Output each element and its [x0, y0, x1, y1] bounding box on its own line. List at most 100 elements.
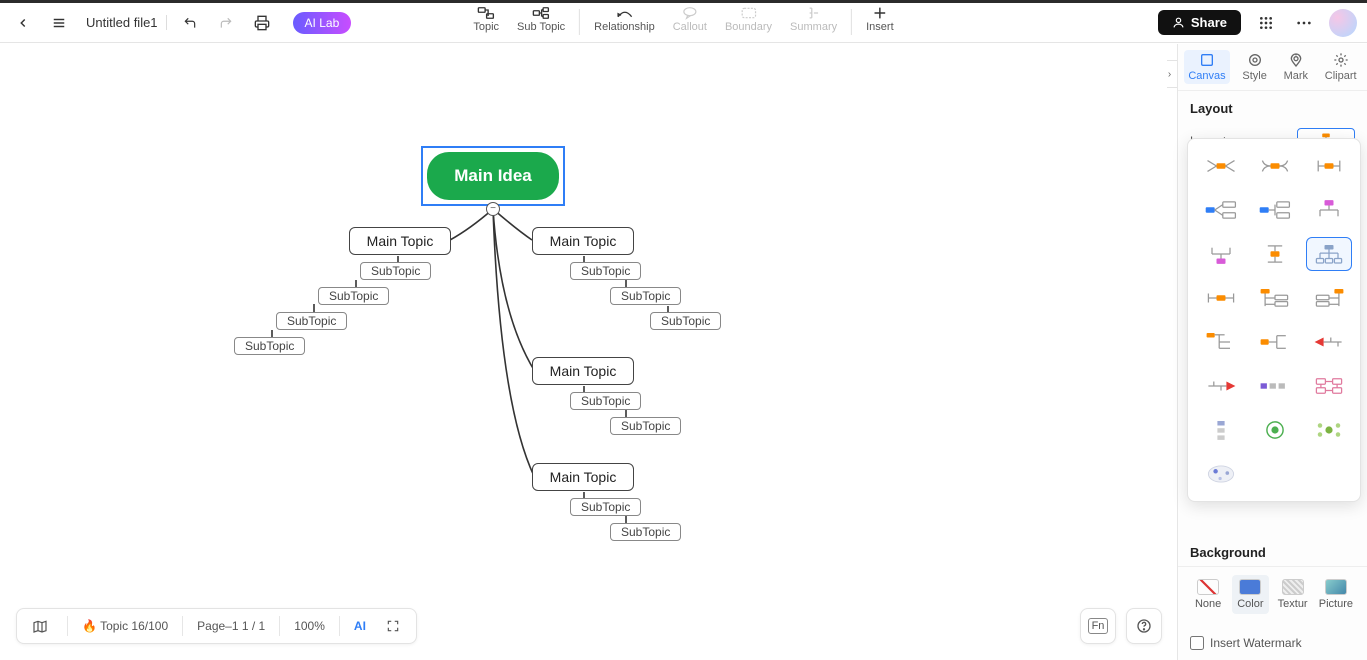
main-idea-node[interactable]: Main Idea [427, 152, 559, 200]
bg-texture[interactable]: Textur [1275, 575, 1311, 614]
menu-button[interactable] [46, 10, 72, 36]
subtopic-node[interactable]: SubTopic [650, 312, 721, 330]
callout-icon [682, 5, 698, 21]
relationship-tool[interactable]: Relationship [586, 3, 663, 35]
layout-option[interactable] [1198, 193, 1244, 227]
tab-mark[interactable]: Mark [1280, 50, 1312, 84]
layout-option[interactable] [1198, 325, 1244, 359]
topic-count: 🔥 Topic 16/100 [82, 619, 168, 633]
layout-option[interactable] [1198, 413, 1244, 447]
map-overview-button[interactable] [27, 613, 53, 639]
subtopic-node[interactable]: SubTopic [570, 498, 641, 516]
subtopic-node[interactable]: SubTopic [570, 262, 641, 280]
layout-popover [1187, 138, 1361, 502]
layout-option[interactable] [1198, 369, 1244, 403]
layout-option[interactable] [1306, 325, 1352, 359]
layout-option[interactable] [1252, 369, 1298, 403]
subtopic-node[interactable]: SubTopic [570, 392, 641, 410]
more-button[interactable] [1291, 10, 1317, 36]
bg-none[interactable]: None [1190, 575, 1226, 614]
insert-tool[interactable]: Insert [858, 3, 902, 35]
help-button[interactable] [1126, 608, 1162, 644]
subtopic-node[interactable]: SubTopic [318, 287, 389, 305]
watermark-label: Insert Watermark [1210, 636, 1302, 650]
layout-option[interactable] [1306, 369, 1352, 403]
layout-option[interactable] [1198, 149, 1244, 183]
subtopic-tool[interactable]: Sub Topic [509, 3, 573, 35]
undo-button[interactable] [177, 10, 203, 36]
print-button[interactable] [249, 10, 275, 36]
topic-tool[interactable]: Topic [465, 3, 507, 35]
canvas[interactable]: Main Idea − Main Topic SubTopic SubTopic… [0, 44, 1167, 608]
main-topic-node[interactable]: Main Topic [532, 227, 634, 255]
layout-option[interactable] [1306, 149, 1352, 183]
insert-label: Insert [866, 21, 894, 33]
layout-option-selected[interactable] [1306, 237, 1352, 271]
layout-option[interactable] [1198, 281, 1244, 315]
watermark-checkbox[interactable] [1190, 636, 1204, 650]
layout-option[interactable] [1252, 281, 1298, 315]
layout-option[interactable] [1306, 193, 1352, 227]
bg-picture[interactable]: Picture [1317, 575, 1355, 614]
share-label: Share [1191, 15, 1227, 30]
person-icon [1172, 16, 1185, 29]
subtopic-label: Sub Topic [517, 21, 565, 33]
subtopic-node[interactable]: SubTopic [276, 312, 347, 330]
layout-option[interactable] [1252, 237, 1298, 271]
ai-lab-button[interactable]: AI Lab [293, 12, 352, 34]
main-topic-node[interactable]: Main Topic [349, 227, 451, 255]
back-button[interactable] [10, 10, 36, 36]
subtopic-node[interactable]: SubTopic [610, 523, 681, 541]
summary-label: Summary [790, 21, 837, 33]
layout-option[interactable] [1306, 413, 1352, 447]
subtopic-node[interactable]: SubTopic [610, 287, 681, 305]
canvas-icon [1199, 52, 1215, 68]
zoom-level[interactable]: 100% [294, 619, 325, 633]
page-indicator[interactable]: Page–1 1 / 1 [197, 619, 265, 633]
apps-button[interactable] [1253, 10, 1279, 36]
layout-option[interactable] [1198, 457, 1244, 491]
layout-option[interactable] [1198, 237, 1244, 271]
subtopic-node[interactable]: SubTopic [610, 417, 681, 435]
background-section-title: Background [1178, 539, 1367, 566]
layout-option[interactable] [1306, 281, 1352, 315]
tab-style[interactable]: Style [1238, 50, 1270, 84]
tab-clipart[interactable]: Clipart [1321, 50, 1361, 84]
connector-lines [0, 44, 1100, 604]
plus-icon [872, 5, 888, 21]
subtopic-node[interactable]: SubTopic [360, 262, 431, 280]
format-panel-button[interactable]: Fn [1080, 608, 1116, 644]
tab-canvas[interactable]: Canvas [1184, 50, 1229, 84]
layout-option[interactable] [1252, 325, 1298, 359]
tab-style-label: Style [1242, 70, 1266, 82]
boundary-tool: Boundary [717, 3, 780, 35]
tab-clipart-label: Clipart [1325, 70, 1357, 82]
main-topic-node[interactable]: Main Topic [532, 357, 634, 385]
layout-option[interactable] [1252, 193, 1298, 227]
bottom-right-buttons: Fn [1080, 608, 1162, 644]
subtopic-icon [532, 5, 550, 21]
summary-icon [807, 5, 821, 21]
boundary-label: Boundary [725, 21, 772, 33]
relationship-icon [615, 5, 633, 21]
clipart-icon [1333, 52, 1349, 68]
layout-option[interactable] [1252, 149, 1298, 183]
subtopic-node[interactable]: SubTopic [234, 337, 305, 355]
fire-icon: 🔥 [82, 619, 97, 633]
watermark-checkbox-row[interactable]: Insert Watermark [1178, 626, 1367, 660]
avatar[interactable] [1329, 9, 1357, 37]
header-center-tools: Topic Sub Topic Relationship Callout Bou… [465, 3, 901, 43]
collapse-toggle[interactable]: − [486, 202, 500, 216]
file-name[interactable]: Untitled file1 [86, 15, 167, 30]
redo-button[interactable] [213, 10, 239, 36]
ai-bottom-button[interactable]: AI [354, 619, 366, 633]
share-button[interactable]: Share [1158, 10, 1241, 35]
boundary-icon [741, 5, 757, 21]
fullscreen-button[interactable] [380, 613, 406, 639]
bg-color[interactable]: Color [1232, 575, 1268, 614]
main-topic-node[interactable]: Main Topic [532, 463, 634, 491]
relationship-label: Relationship [594, 21, 655, 33]
summary-tool: Summary [782, 3, 845, 35]
callout-tool: Callout [665, 3, 715, 35]
layout-option[interactable] [1252, 413, 1298, 447]
